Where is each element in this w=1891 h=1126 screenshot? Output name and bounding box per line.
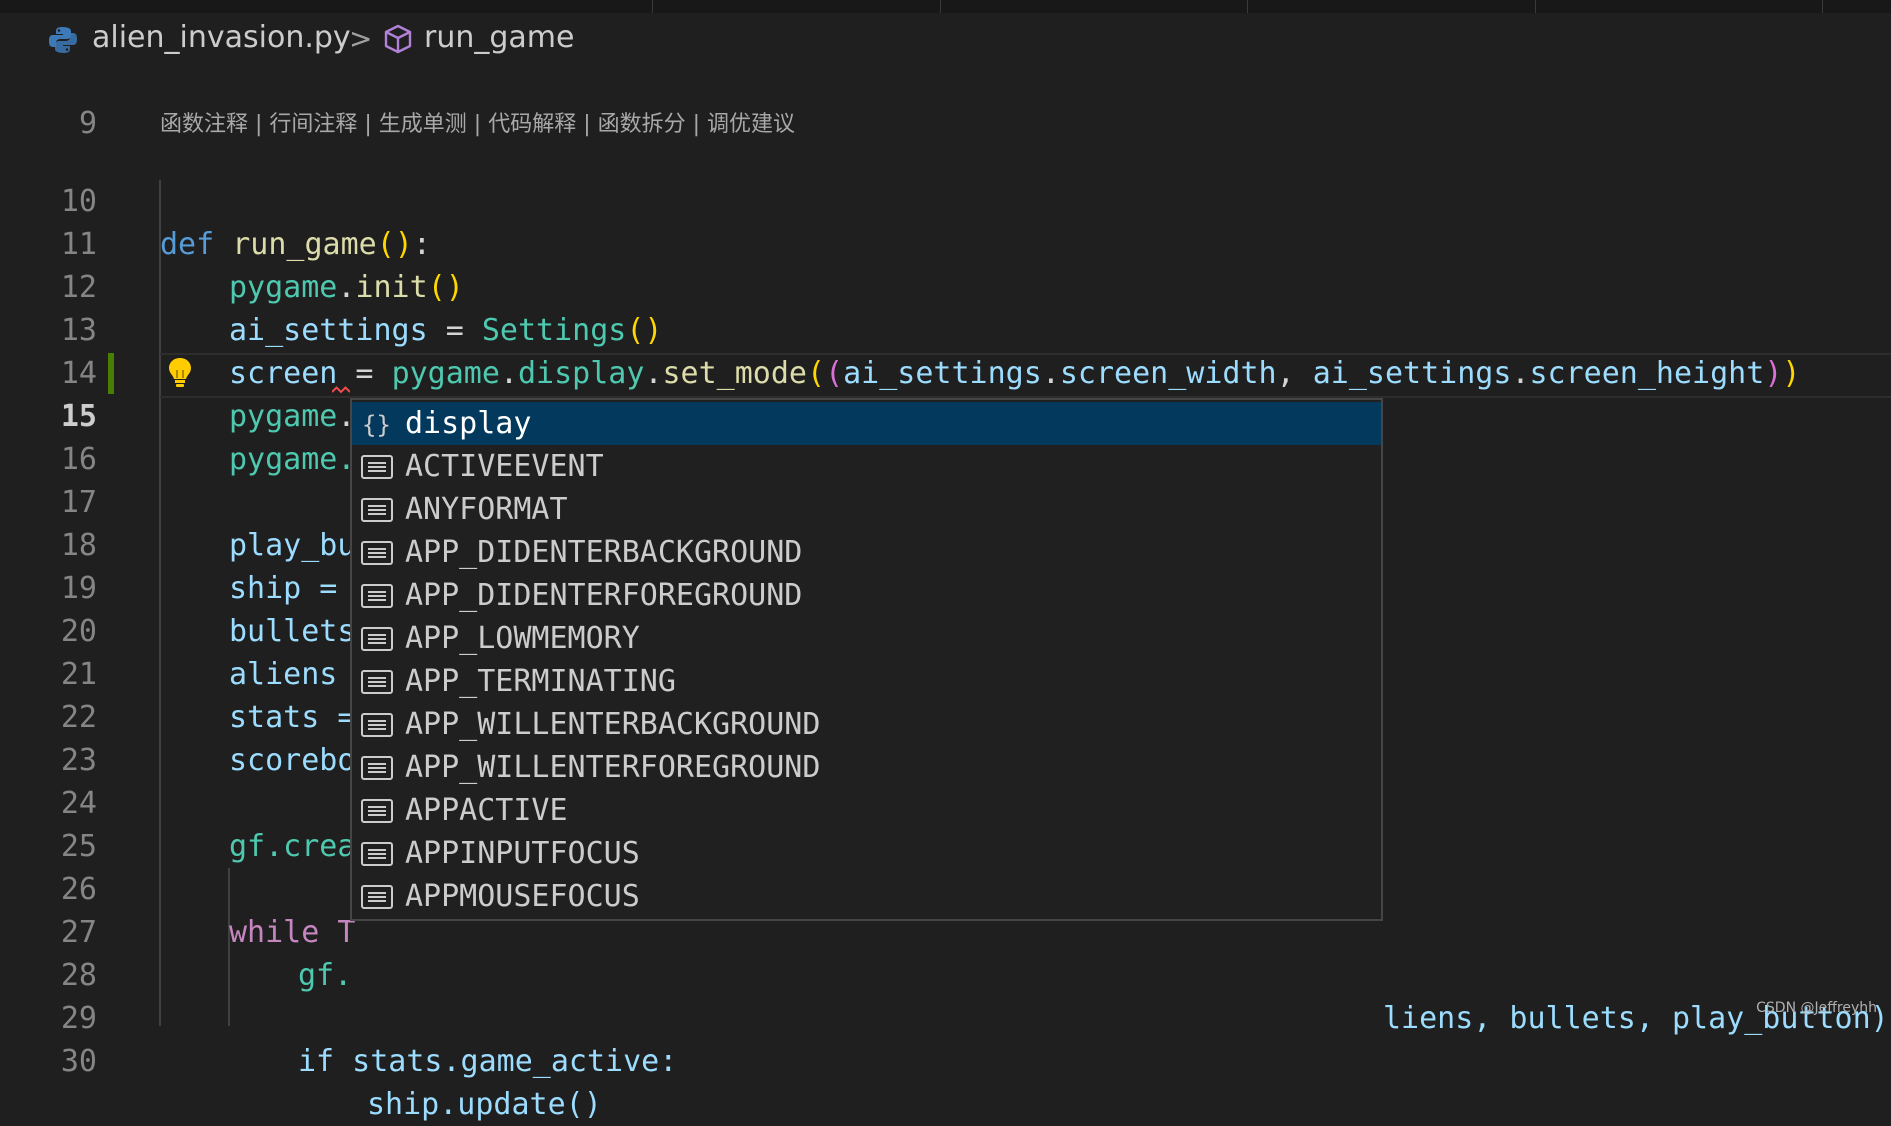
lightbulb-icon[interactable] <box>166 356 194 390</box>
code-line[interactable]: 9 <box>0 59 1891 141</box>
constant-icon <box>361 799 393 823</box>
constant-icon <box>361 670 393 694</box>
tab-separator <box>940 0 941 13</box>
constant-icon <box>361 885 393 909</box>
svg-text:{}: {} <box>362 411 391 439</box>
suggestion-item[interactable]: ACTIVEEVENT <box>352 445 1381 488</box>
code-text: if stats.game_active: <box>298 1044 678 1079</box>
python-file-icon <box>49 27 77 53</box>
code-line[interactable]: 11 pygame.init() <box>0 180 1891 305</box>
suggestion-item[interactable]: APP_TERMINATING <box>352 660 1381 703</box>
suggestion-item[interactable]: ANYFORMAT <box>352 488 1381 531</box>
constant-icon <box>361 498 393 522</box>
tab-separator <box>1247 0 1248 13</box>
constant-icon <box>361 842 393 866</box>
code-line[interactable]: 30 ship.update() <box>0 997 1891 1122</box>
constant-icon <box>361 713 393 737</box>
suggestion-label: APP_WILLENTERBACKGROUND <box>405 707 821 742</box>
breadcrumb-separator: > <box>349 22 373 55</box>
breadcrumb-file[interactable]: alien_invasion.py <box>92 20 351 55</box>
code-text: ship.update() <box>367 1087 602 1122</box>
suggestion-item[interactable]: APP_DIDENTERBACKGROUND <box>352 531 1381 574</box>
error-squiggle <box>332 386 350 394</box>
constant-icon <box>361 627 393 651</box>
suggestion-item[interactable]: APP_LOWMEMORY <box>352 617 1381 660</box>
suggestion-item[interactable]: APPINPUTFOCUS <box>352 832 1381 875</box>
suggestion-label: APP_WILLENTERFOREGROUND <box>405 750 821 785</box>
constant-icon <box>361 455 393 479</box>
constant-icon <box>361 541 393 565</box>
suggestion-item[interactable]: APPMOUSEFOCUS <box>352 875 1381 918</box>
codelens-actions[interactable]: 函数注释 | 行间注释 | 生成单测 | 代码解释 | 函数拆分 | 调优建议 <box>160 106 795 138</box>
function-cube-icon <box>384 24 412 54</box>
breadcrumb-symbol[interactable]: run_game <box>424 20 574 55</box>
suggestion-item[interactable]: APP_WILLENTERFOREGROUND <box>352 746 1381 789</box>
suggestion-label: APP_TERMINATING <box>405 664 676 699</box>
tab-separator <box>1822 0 1823 13</box>
suggestion-label: APP_DIDENTERBACKGROUND <box>405 535 803 570</box>
suggestion-label: APPINPUTFOCUS <box>405 836 640 871</box>
code-line-active[interactable]: 15 pygame.display <box>0 352 1891 477</box>
code-line[interactable]: 13 screen = pygame.display.set_mode((ai_… <box>0 266 1891 391</box>
suggestion-widget[interactable]: {} display ACTIVEEVENT ANYFORMAT APP_DIDENTE… <box>350 398 1383 921</box>
suggestion-label: ANYFORMAT <box>405 492 568 527</box>
suggestion-label: display <box>405 406 532 441</box>
suggestion-item[interactable]: APP_DIDENTERFOREGROUND <box>352 574 1381 617</box>
tab-separator <box>1535 0 1536 13</box>
line-number: 30 <box>60 1044 97 1079</box>
suggestion-label: APP_LOWMEMORY <box>405 621 640 656</box>
watermark: CSDN @Jeffreyhh <box>1756 1000 1877 1016</box>
tab-separator <box>652 0 653 13</box>
suggestion-item[interactable]: APP_WILLENTERBACKGROUND <box>352 703 1381 746</box>
suggestion-item[interactable]: APPACTIVE <box>352 789 1381 832</box>
code-line[interactable]: 14 pygame.display.set_caption('Alien Inv… <box>0 309 1891 434</box>
constant-icon <box>361 756 393 780</box>
module-icon: {} <box>362 411 391 439</box>
constant-icon <box>361 584 393 608</box>
suggestion-label: ACTIVEEVENT <box>405 449 604 484</box>
suggestion-item[interactable]: {} display <box>352 402 1381 445</box>
tab-strip <box>0 0 1891 13</box>
code-line[interactable]: 29 if stats.game_active: <box>0 954 1891 1079</box>
suggestion-label: APPACTIVE <box>405 793 568 828</box>
code-line[interactable]: 12 ai_settings = Settings() <box>0 223 1891 348</box>
code-line[interactable]: 10 def run_game(): <box>0 137 1891 262</box>
suggestion-label: APP_DIDENTERFOREGROUND <box>405 578 803 613</box>
suggestion-label: APPMOUSEFOCUS <box>405 879 640 914</box>
